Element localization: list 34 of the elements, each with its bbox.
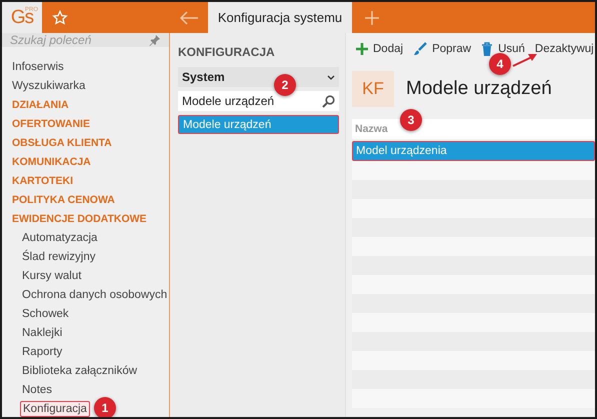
panel-title: KONFIGURACJA: [178, 44, 276, 61]
menu-item[interactable]: Automatyzacja: [20, 230, 100, 244]
plus-icon: [356, 43, 368, 55]
menu-item[interactable]: Ochrona danych osobowych: [20, 288, 170, 302]
brush-icon: [413, 42, 428, 56]
back-arrow-icon: [179, 10, 199, 24]
callout-arrow: [512, 53, 538, 67]
callout-badge: 4: [488, 53, 511, 75]
trash-icon: [481, 42, 494, 56]
page-title: Modele urządzeń: [406, 78, 552, 100]
menu-item[interactable]: Ślad rewizyjny: [20, 250, 98, 264]
menu-item[interactable]: Schowek: [20, 306, 71, 320]
search-icon: [322, 94, 335, 108]
chevron-down-icon: [327, 74, 335, 80]
toolbar-button[interactable]: Popraw: [413, 42, 472, 56]
toolbar-button[interactable]: Dodaj: [356, 43, 404, 55]
menu-item[interactable]: Raporty: [20, 344, 64, 358]
menu-item[interactable]: Kursy walut: [20, 268, 84, 282]
tab[interactable]: Konfiguracja systemu: [208, 2, 352, 33]
search-field[interactable]: Modele urządzeń: [178, 91, 339, 111]
pin-icon: [149, 34, 161, 46]
menu-item[interactable]: Infoserwis: [10, 60, 66, 74]
callout-badge: 3: [400, 109, 422, 131]
menu-item[interactable]: Notes: [20, 382, 54, 396]
menu-item[interactable]: Konfiguracja: [20, 400, 90, 416]
plus-icon: [364, 10, 380, 26]
toolbar-button[interactable]: Usuń: [481, 42, 525, 56]
menu-item[interactable]: Naklejki: [20, 326, 64, 340]
star-icon: [52, 10, 68, 26]
module-badge: KF: [352, 71, 394, 107]
menu-item[interactable]: Biblioteka załączników: [20, 364, 140, 378]
menu-item[interactable]: Wyszukiwarka: [10, 78, 88, 92]
callout-badge: 1: [94, 397, 116, 417]
toolbar-button[interactable]: Dezaktywuj: [534, 43, 594, 55]
